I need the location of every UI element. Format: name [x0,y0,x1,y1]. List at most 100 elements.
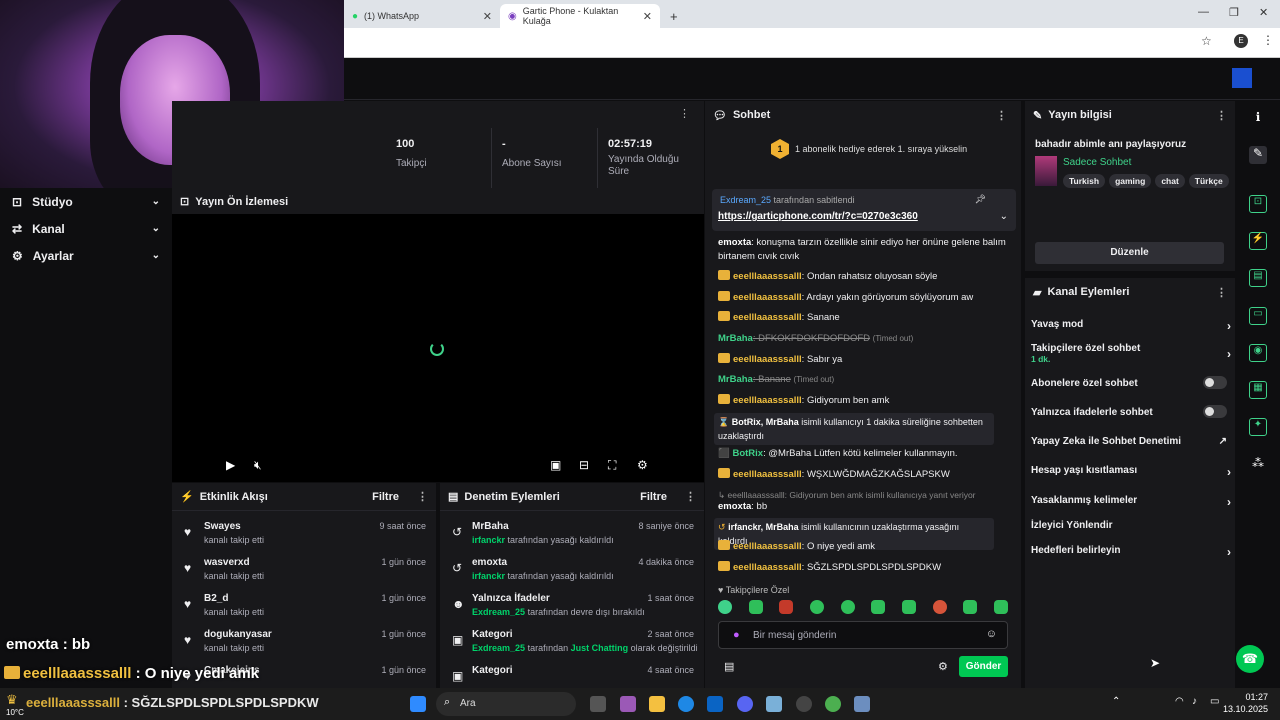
fullscreen-icon[interactable]: ⛶ [608,458,616,473]
volume-icon[interactable]: ♪ [1192,696,1197,707]
menu-icon[interactable]: ⋮ [1216,109,1227,122]
windows-start-icon[interactable] [410,696,426,712]
emote-icon[interactable] [840,600,855,614]
gear-icon[interactable]: ⚙ [938,660,948,673]
channel-actions-icon[interactable]: ▦ [1249,381,1267,399]
menu-icon[interactable]: ⋮ [996,109,1007,122]
tag[interactable]: Türkçe [1188,174,1229,188]
document-icon[interactable]: ▤ [1249,269,1267,287]
tag[interactable]: gaming [1109,174,1152,188]
user-avatar[interactable] [1232,68,1252,88]
emote-icon[interactable] [963,600,978,614]
clip-icon[interactable]: ⊟ [579,458,589,472]
lightning-icon[interactable]: ⚡ [1249,232,1267,250]
banned-words-row[interactable]: Yasaklanmış kelimeler › [1031,495,1231,509]
ai-moderation-row[interactable]: Yapay Zeka ile Sohbet Denetimi ↗ [1031,436,1231,447]
tag[interactable]: Turkish [1063,174,1106,188]
broadcast-icon[interactable]: ◉ [1249,344,1267,362]
tab-whatsapp[interactable]: ● (1) WhatsApp ✕ [344,4,500,28]
close-tab-icon[interactable]: ✕ [483,10,492,23]
send-button[interactable]: Gönder [959,656,1008,677]
list-item[interactable]: ↺ MrBaha irfanckr tarafından yasağı kald… [440,517,704,553]
emote-icon[interactable] [932,600,947,614]
gear-icon[interactable]: ⚙ [637,458,648,472]
close-tab-icon[interactable]: ✕ [643,10,652,23]
chrome-icon[interactable] [825,696,841,712]
sidebar-item-channel[interactable]: ⇄ Kanal ⌄ [0,215,172,242]
info-icon[interactable]: ℹ [1249,110,1267,128]
chevron-down-icon[interactable]: ⌄ [1000,211,1008,222]
gear-icon[interactable] [854,696,870,712]
edge-icon[interactable] [678,696,694,712]
browser-menu-icon[interactable]: ⋮ [1262,33,1274,47]
preview-icon[interactable]: ⊡ [1249,195,1267,213]
taskbar-search[interactable]: ⌕ Ara [436,692,576,716]
gift-icon[interactable]: ▤ [724,660,734,673]
emote-icon[interactable] [779,600,794,614]
list-item[interactable]: ☻ Yalnızca İfadeler Exdream_25 tarafında… [440,589,704,625]
menu-icon[interactable]: ⋮ [1216,286,1227,299]
gift-leaderboard[interactable]: 1 1 abonelik hediye ederek 1. sıraya yük… [771,139,967,159]
emote-icon[interactable] [901,600,916,614]
bookmark-star-icon[interactable]: ☆ [1201,34,1212,48]
emote-icon[interactable] [993,600,1008,614]
discord-icon[interactable] [737,696,753,712]
chat-icon[interactable]: ▭ [1249,307,1267,325]
emote-icon[interactable] [718,600,732,614]
stream-preview-video[interactable]: ▶ 🔇︎ ▣ ⊟ ⛶ ⚙ [172,214,704,482]
tag[interactable]: chat [1155,174,1185,188]
tab-gartic[interactable]: ◉ Gartic Phone - Kulaktan Kulağa ✕ [500,4,660,28]
wifi-icon[interactable]: ◠ [1175,696,1184,707]
list-item[interactable]: ↺ emoxta irfanckr tarafından yasağı kald… [440,553,704,589]
category-link[interactable]: Sadece Sohbet [1063,157,1131,168]
sidebar-item-settings[interactable]: ⚙ Ayarlar ⌄ [0,242,172,269]
file-explorer-icon[interactable] [649,696,665,712]
new-tab-button[interactable]: + [662,4,686,28]
list-item[interactable]: ♥ Swayes kanalı takip etti 9 saat önce [172,517,436,553]
profile-avatar[interactable]: E [1234,34,1248,48]
theatre-mode-icon[interactable]: ▣ [550,458,561,472]
account-age-row[interactable]: Hesap yaşı kısıtlaması › [1031,465,1231,479]
pinned-link[interactable]: https://garticphone.com/tr/?c=0270e3c360 [718,211,918,222]
support-icon[interactable]: ☎ [1236,645,1264,673]
followers-only-row[interactable]: Takipçilere özel sohbet 1 dk. › [1031,343,1231,365]
subscribers-only-toggle[interactable] [1203,376,1227,389]
menu-icon[interactable]: ⋮ [417,490,428,503]
emote-icon[interactable] [871,600,886,614]
emote-picker-icon[interactable]: ☺ [986,628,997,640]
mute-icon[interactable]: 🔇︎ [254,458,262,473]
filter-button[interactable]: Filtre [640,491,667,503]
settings-app-icon[interactable] [766,696,782,712]
list-item[interactable]: ♥ wasverxd kanalı takip etti 1 gün önce [172,553,436,589]
goals-row[interactable]: Hedefleri belirleyin › [1031,545,1231,559]
emote-only-toggle[interactable] [1203,405,1227,418]
obs-icon[interactable] [796,696,812,712]
maximize-icon[interactable]: ❐ [1229,6,1239,19]
tray-chevron-icon[interactable]: ⌃ [1112,696,1120,707]
close-window-icon[interactable]: ✕ [1259,6,1268,19]
outlook-icon[interactable] [707,696,723,712]
menu-icon[interactable]: ⋮ [679,107,690,120]
emote-icon[interactable] [748,600,763,614]
pencil-icon[interactable]: ✎ [1249,146,1267,164]
copilot-icon[interactable] [620,696,636,712]
minimize-icon[interactable]: — [1198,6,1209,18]
clock-time[interactable]: 01:27 [1228,692,1268,702]
filter-button[interactable]: Filtre [372,491,399,503]
emote-icon[interactable] [809,600,824,614]
list-item[interactable]: ♥ dogukanyasar kanalı takip etti 1 gün önc… [172,625,436,661]
slow-mode-row[interactable]: Yavaş mod › [1031,319,1231,333]
pinned-message[interactable]: Exdream_25 tarafından sabitlendi https:/… [712,189,1016,231]
raid-row[interactable]: İzleyici Yönlendir [1031,520,1231,531]
edit-button[interactable]: Düzenle [1035,242,1224,264]
sidebar-item-studio[interactable]: ⊡ Stüdyo ⌄ [0,188,172,215]
play-icon[interactable]: ▶ [226,458,235,472]
clock-date[interactable]: 13.10.2025 [1214,704,1268,714]
chat-input[interactable]: ● Bir mesaj gönderin ☺ [718,621,1008,649]
add-widget-icon[interactable]: ⁂ [1249,456,1267,474]
list-item[interactable]: ♥ B2_d kanalı takip etti 1 gün önce [172,589,436,625]
list-item[interactable]: ▣ Kategori Exdream_25 tarafından Just Ch… [440,625,704,661]
pin-icon[interactable]: 📌︎ [975,194,986,205]
task-view-icon[interactable] [590,696,606,712]
menu-icon[interactable]: ⋮ [685,490,696,503]
